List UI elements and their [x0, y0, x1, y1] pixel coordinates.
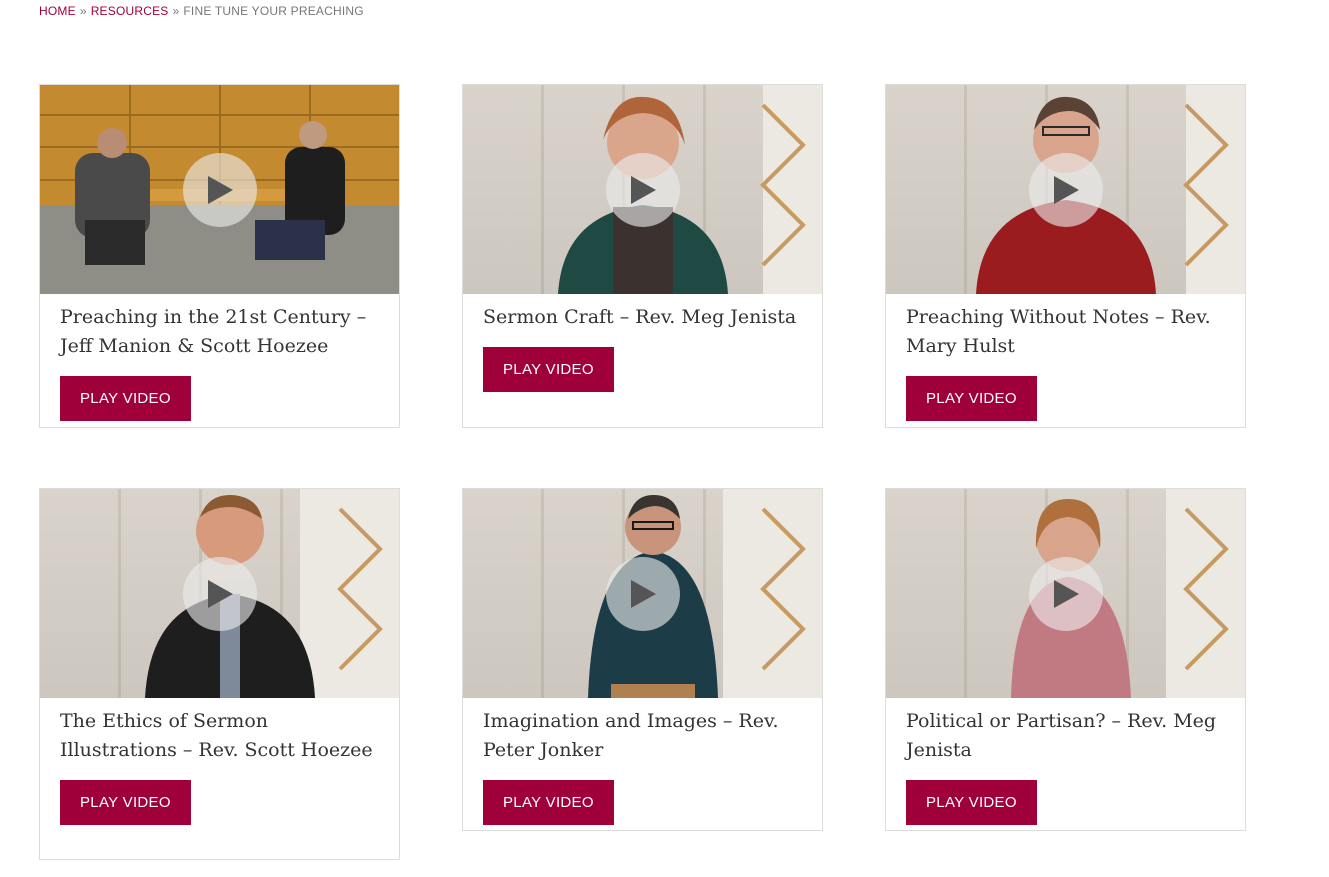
video-thumbnail[interactable]	[463, 489, 822, 698]
video-card: Sermon Craft – Rev. Meg Jenista PLAY VID…	[462, 84, 823, 428]
play-icon	[207, 175, 233, 204]
play-button-overlay[interactable]	[1028, 556, 1103, 631]
video-thumbnail[interactable]	[40, 85, 399, 294]
video-card: Preaching in the 21st Century – Jeff Man…	[39, 84, 400, 428]
play-icon	[1053, 579, 1079, 608]
video-title: Preaching in the 21st Century – Jeff Man…	[60, 306, 367, 357]
play-button-overlay[interactable]	[182, 152, 257, 227]
video-title: Preaching Without Notes – Rev. Mary Huls…	[906, 306, 1211, 357]
video-title: Sermon Craft – Rev. Meg Jenista	[483, 306, 797, 328]
play-button-overlay[interactable]	[605, 556, 680, 631]
breadcrumb: HOME» RESOURCES» FINE TUNE YOUR PREACHING	[39, 4, 364, 18]
video-card: The Ethics of Sermon Illustrations – Rev…	[39, 488, 400, 860]
play-icon	[207, 579, 233, 608]
play-button-overlay[interactable]	[1028, 152, 1103, 227]
video-thumbnail[interactable]	[886, 489, 1245, 698]
video-thumbnail[interactable]	[886, 85, 1245, 294]
breadcrumb-separator: »	[172, 4, 180, 18]
breadcrumb-resources-link[interactable]: RESOURCES	[91, 4, 169, 18]
play-video-button[interactable]: PLAY VIDEO	[906, 376, 1037, 421]
breadcrumb-current: FINE TUNE YOUR PREACHING	[183, 4, 364, 18]
video-title: Imagination and Images – Rev. Peter Jonk…	[483, 710, 779, 761]
play-button-overlay[interactable]	[605, 152, 680, 227]
video-title: Political or Partisan? – Rev. Meg Jenist…	[906, 710, 1217, 761]
play-video-button[interactable]: PLAY VIDEO	[60, 376, 191, 421]
play-video-button[interactable]: PLAY VIDEO	[483, 780, 614, 825]
breadcrumb-home-link[interactable]: HOME	[39, 4, 76, 18]
video-title: The Ethics of Sermon Illustrations – Rev…	[60, 710, 373, 761]
play-video-button[interactable]: PLAY VIDEO	[483, 347, 614, 392]
video-card: Preaching Without Notes – Rev. Mary Huls…	[885, 84, 1246, 428]
play-button-overlay[interactable]	[182, 556, 257, 631]
video-thumbnail[interactable]	[463, 85, 822, 294]
play-video-button[interactable]: PLAY VIDEO	[906, 780, 1037, 825]
play-icon	[630, 175, 656, 204]
breadcrumb-separator: »	[79, 4, 87, 18]
play-icon	[1053, 175, 1079, 204]
video-thumbnail[interactable]	[40, 489, 399, 698]
play-video-button[interactable]: PLAY VIDEO	[60, 780, 191, 825]
video-card: Political or Partisan? – Rev. Meg Jenist…	[885, 488, 1246, 831]
video-card: Imagination and Images – Rev. Peter Jonk…	[462, 488, 823, 831]
play-icon	[630, 579, 656, 608]
